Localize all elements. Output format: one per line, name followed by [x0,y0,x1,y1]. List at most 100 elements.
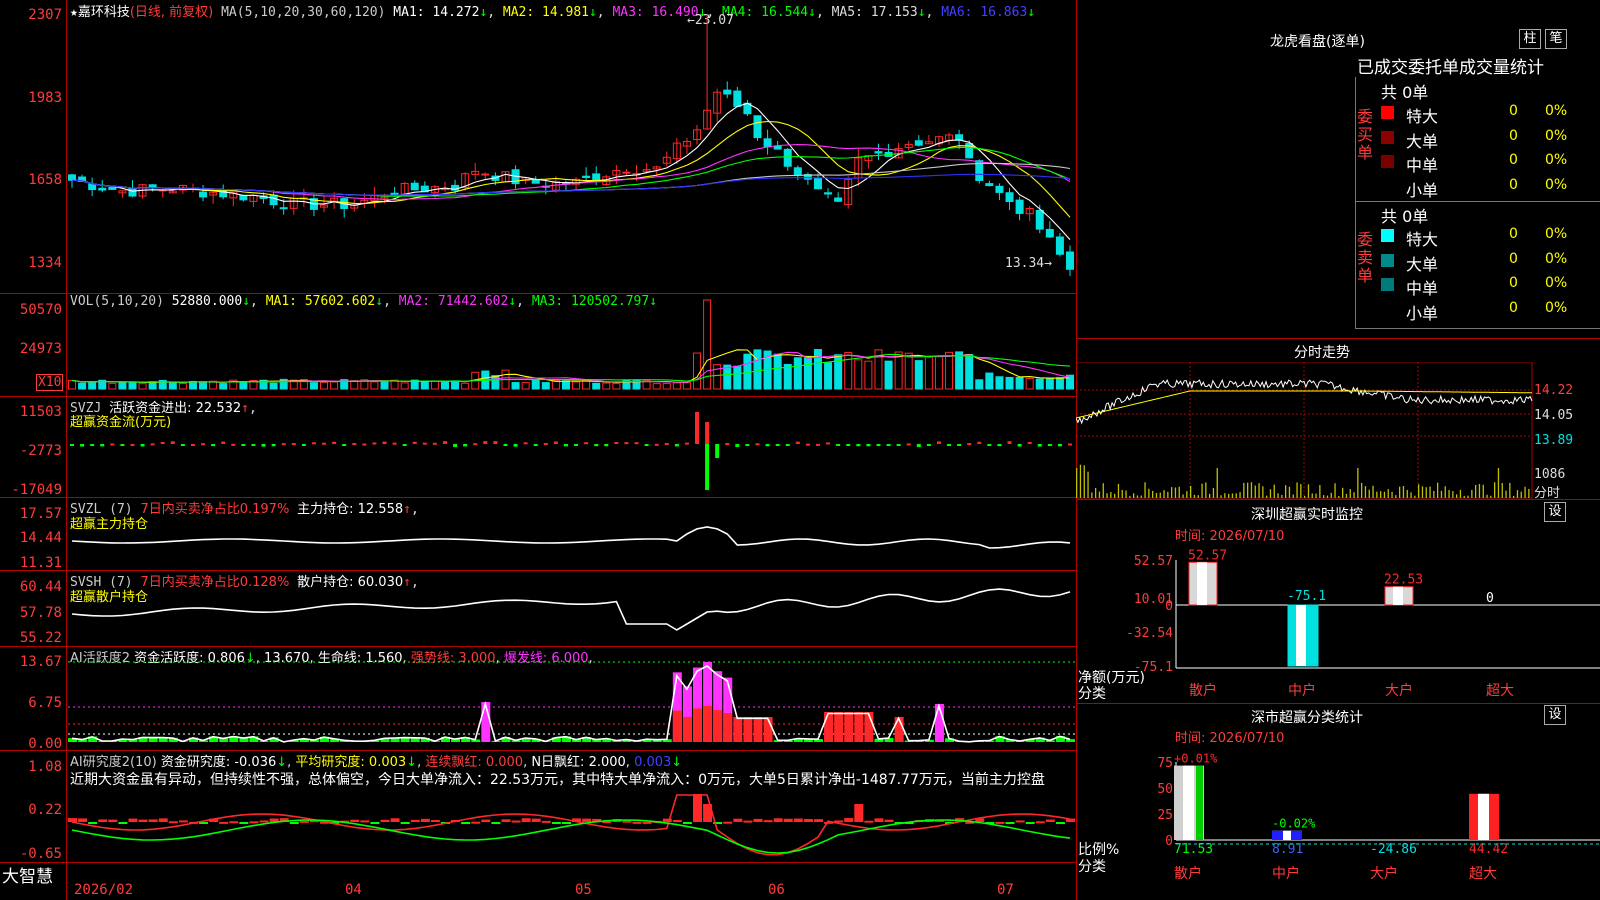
fund-flow-bar [80,444,85,447]
research-bar [249,821,259,824]
intraday-vol-bar [1136,495,1139,498]
intraday-vol-bar [1197,495,1199,498]
sz-category-label: 大户 [1385,682,1413,699]
date-label: 04 [345,882,362,898]
volume-bar [975,379,984,390]
research-bar [350,819,360,822]
order-color-swatch [1381,155,1394,168]
intraday-vol-bar [1235,493,1237,498]
fund-flow-bar [503,444,508,446]
order-count: 0 [1509,299,1518,316]
fund-flow-bar [110,443,115,446]
volume-bar [199,381,208,390]
research-bar [753,818,763,822]
research-bar [693,794,703,822]
main-holding-line [71,526,1071,549]
volume-bar [400,382,409,390]
longhu-tabs[interactable]: 已成交委托单成交量统计 [1357,53,1600,78]
research-bar [471,821,481,824]
volume-bar [178,383,187,390]
research-bar [128,818,138,822]
intraday-vol-bar [1091,492,1093,498]
intraday-vol-bar [1376,491,1378,498]
sz-monitor-chart[interactable]: 52.5710.010-32.54-75.152.57散户-75.1中户22.5… [1076,540,1600,705]
class-bar-highlight [1283,830,1291,840]
volume-bar [723,364,732,390]
research-bar [844,818,854,822]
order-percent: 0% [1545,152,1568,168]
intraday-vol-bar [1076,468,1078,498]
fund-flow-bar [523,442,528,445]
intraday-chart[interactable] [1076,362,1600,500]
volume-bar [561,380,570,390]
research-bar [400,822,410,824]
intraday-vol-bar [1357,468,1359,498]
order-type-label: 大单 [1406,131,1439,151]
volume-bar [320,381,329,390]
intraday-vol-bar [1513,495,1515,498]
volume-bar [864,360,873,390]
research-bar [773,818,783,822]
intraday-vol-bar [1478,483,1481,498]
intraday-vol-bar [1117,483,1120,498]
volume-bar [955,351,964,390]
intraday-vol-bar [1444,486,1446,498]
fund-flow-bar [1037,444,1042,447]
research-bar [481,819,491,822]
intraday-vol-bar [1319,485,1321,498]
research-bar [743,820,753,823]
fund-flow-bar [957,444,962,446]
fund-flow-bar [463,444,468,447]
research-bar [874,818,884,822]
candle-body [622,171,631,174]
order-count: 0 [1509,152,1518,168]
fund-flow-bar [906,443,911,446]
intraday-vol-bar [1171,487,1173,498]
intraday-vol-bar [1475,484,1477,498]
candle-body [1005,192,1014,203]
class-bar-accent [1196,765,1203,840]
order-count: 0 [1509,226,1518,242]
sz-monitor-settings-button[interactable]: 设 [1544,502,1566,522]
tick-mode-button[interactable]: 笔 [1545,29,1567,49]
brand-logo[interactable]: 大智慧 [2,862,53,887]
fund-flow-bar [574,444,579,446]
fund-flow-bar [936,441,941,444]
class-stat-chart[interactable]: 7550250+0.01%71.53散户-0.02%8.91中户-24.86大户… [1076,740,1600,900]
order-count: 0 [1509,250,1518,267]
divider [1355,77,1356,329]
volume-bar [451,380,460,390]
left-charts[interactable] [0,0,1077,862]
intraday-vol-bar [1452,491,1454,498]
research-bar [582,818,592,822]
activity-bar [834,712,844,742]
fund-flow-bar [221,441,226,444]
volume-bar [945,351,954,390]
research-bar [813,819,823,822]
intraday-vol-bar [1106,493,1108,498]
class-stat-settings-button[interactable]: 设 [1544,705,1566,725]
fund-flow-bar [513,444,518,447]
fund-flow-bar [896,444,901,446]
intraday-vol-bar [1387,489,1389,498]
activity-bar [824,712,834,742]
research-bar [511,820,521,823]
fund-flow-bar [150,443,155,446]
intraday-vol-bar [1209,493,1211,498]
fund-flow-bar [311,442,316,445]
fund-flow-bar [705,444,710,490]
class-bar-highlight [1183,765,1194,840]
volume-bar [803,355,812,390]
order-color-swatch [1381,278,1394,291]
bar-mode-button[interactable]: 柱 [1519,29,1541,49]
volume-bar [834,354,843,390]
volume-bar [985,372,994,390]
activity-bar [672,710,682,742]
candle-body [723,89,732,95]
sz-bar-value: 0 [1486,591,1494,606]
candle-body [763,138,772,148]
order-percent: 0% [1545,103,1568,119]
fund-flow-bar [644,444,649,446]
candle-body [582,175,591,179]
fund-flow-bar [201,443,206,446]
